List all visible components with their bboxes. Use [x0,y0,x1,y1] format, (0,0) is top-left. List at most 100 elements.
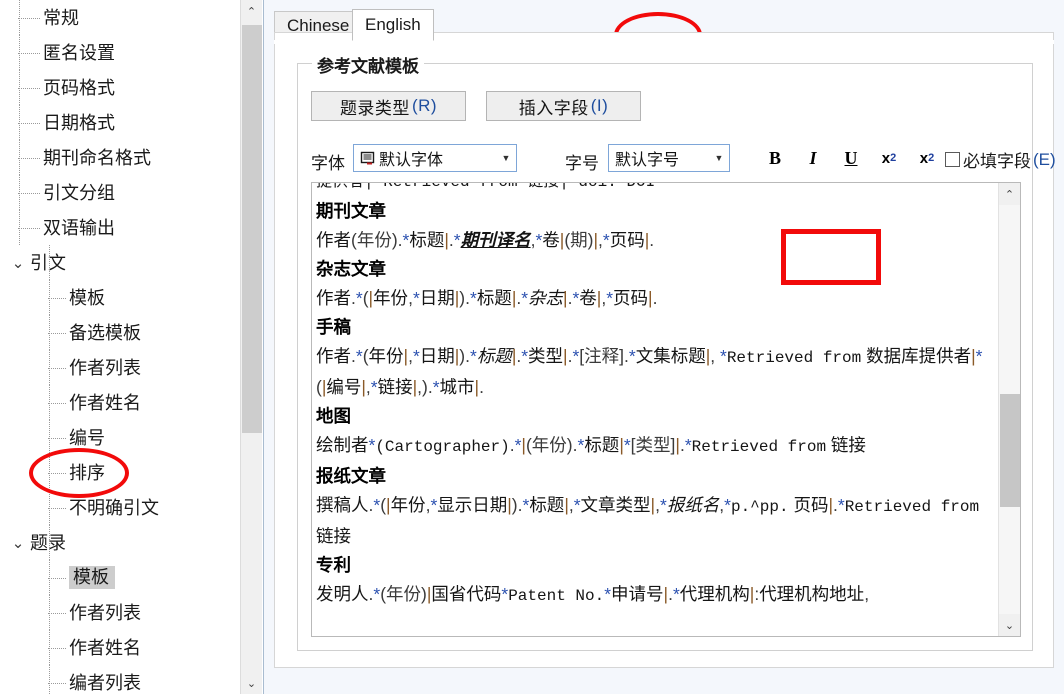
subscript-button[interactable]: x2 [876,145,902,171]
tree-item-date-format[interactable]: 日期格式 [0,105,226,140]
tree-item-general[interactable]: 常规 [0,0,226,35]
tree-item-citation-author-name[interactable]: 作者姓名 [0,385,226,420]
insert-field-button-label: 插入字段 [519,94,589,119]
superscript-base: x [920,150,928,167]
entry-heading-magazine-article: 杂志文章 [316,255,988,284]
tree-branch-dash [48,613,66,614]
tree-item-label: 作者姓名 [69,394,141,412]
tree-group-citation[interactable]: ⌄ 引文 [0,245,226,280]
tree-branch-dash [48,333,66,334]
tree-item-citation-sorting[interactable]: 排序 [0,455,226,490]
tree-item-label: 作者姓名 [69,639,141,657]
tree-item-bibliography-author-list[interactable]: 作者列表 [0,595,226,630]
tree-scrollbar[interactable]: ⌃ ⌄ [240,0,262,694]
tree-item-journal-naming-format[interactable]: 期刊命名格式 [0,140,226,175]
record-type-button-accel: (R) [412,96,437,116]
scroll-down-arrow-icon[interactable]: ⌄ [241,672,262,694]
tree-item-label: 作者列表 [69,604,141,622]
tree-branch-dash [48,578,66,579]
entry-heading-newspaper-article: 报纸文章 [316,462,988,491]
template-editor-content[interactable]: 提供者|*Retrieved from 链接|*doi: DOI 期刊文章 作者… [316,182,988,611]
subscript-index: 2 [890,152,896,164]
insert-field-button-accel: (I) [591,96,609,116]
tree-item-label: 编者列表 [69,674,141,692]
tree-item-label-selected: 模板 [69,566,115,589]
tree-group-label: 引文 [30,254,66,272]
entry-body-map: 绘制者*(Cartographer).*|(年份).*标题|*[类型]|.*Re… [316,431,988,462]
tree-item-label: 作者列表 [69,359,141,377]
editor-clipped-line: 提供者|*Retrieved from 链接|*doi: DOI [316,182,988,197]
template-editor[interactable]: 提供者|*Retrieved from 链接|*doi: DOI 期刊文章 作者… [311,182,1021,637]
chevron-down-icon[interactable]: ⌄ [8,534,28,552]
tree-item-label: 日期格式 [43,114,115,132]
chevron-down-icon[interactable]: ⌄ [8,254,28,272]
entry-body-manuscript: 作者.*(年份|,*日期|).*标题|.*类型|.*[注释].*文集标题|, *… [316,342,988,402]
tree-item-citation-template[interactable]: 模板 [0,280,226,315]
tree-item-bilingual-output[interactable]: 双语输出 [0,210,226,245]
scroll-up-arrow-icon[interactable]: ⌃ [999,183,1020,205]
required-field-label: 必填字段 [963,147,1031,172]
checkbox-box[interactable] [945,152,960,167]
insert-field-button[interactable]: 插入字段 (I) [486,91,641,121]
entry-heading-manuscript: 手稿 [316,313,988,342]
highlighted-journal-name-token[interactable]: 期刊译名 [461,230,531,250]
tree-branch-dash [48,508,66,509]
font-toolbar: 字体 默认字体 ▼ 字号 [311,143,1021,175]
entry-body-patent: 发明人.*(年份)|国省代码*Patent No.*申请号|.*代理机构|:代理… [316,580,988,611]
font-name-combobox[interactable]: 默认字体 ▼ [353,144,517,172]
tree-branch-dash [18,18,40,19]
chevron-down-icon[interactable]: ▼ [496,153,516,163]
font-size-value: 默认字号 [609,146,709,170]
tree-item-label: 期刊命名格式 [43,149,151,167]
required-field-checkbox[interactable]: 必填字段 (E) [945,147,1056,172]
subscript-base: x [882,150,890,167]
tree-branch-dash [48,683,66,684]
entry-heading-journal-article: 期刊文章 [316,197,988,226]
tree-item-citation-grouping[interactable]: 引文分组 [0,175,226,210]
tree-item-label: 匿名设置 [43,44,115,62]
tree-branch-dash [18,158,40,159]
font-name-label: 字体 [311,149,345,174]
tree-item-bibliography-author-name[interactable]: 作者姓名 [0,630,226,665]
tree-item-label: 常规 [43,9,79,27]
reference-template-groupbox: 参考文献模板 题录类型 (R) 插入字段 (I) 字体 [297,63,1033,651]
editor-scrollbar[interactable]: ⌃ ⌄ [998,183,1020,636]
tree-scrollbar-thumb[interactable] [242,25,262,433]
settings-tree[interactable]: 常规 匿名设置 页码格式 日期格式 期刊命名格式 引文分组 [0,0,226,694]
tree-item-anonymous-settings[interactable]: 匿名设置 [0,35,226,70]
tab-english[interactable]: English [352,9,434,41]
superscript-button[interactable]: x2 [914,145,940,171]
tree-item-label: 引文分组 [43,184,115,202]
tree-item-page-format[interactable]: 页码格式 [0,70,226,105]
tree-branch-dash [18,53,40,54]
tree-item-citation-number[interactable]: 编号 [0,420,226,455]
bold-button[interactable]: B [762,145,788,171]
font-size-combobox[interactable]: 默认字号 ▼ [608,144,730,172]
tree-branch-dash [48,438,66,439]
entry-heading-patent: 专利 [316,551,988,580]
record-type-button[interactable]: 题录类型 (R) [311,91,466,121]
font-size-label: 字号 [565,149,599,174]
tree-item-citation-author-list[interactable]: 作者列表 [0,350,226,385]
tree-item-citation-alt-template[interactable]: 备选模板 [0,315,226,350]
scroll-up-arrow-icon[interactable]: ⌃ [241,0,262,22]
tree-branch-dash [18,228,40,229]
italic-button[interactable]: I [800,145,826,171]
chevron-down-icon[interactable]: ▼ [709,153,729,163]
tree-item-bibliography-template[interactable]: 模板 [0,560,226,595]
tree-branch-dash [18,88,40,89]
superscript-index: 2 [928,152,934,164]
required-field-accel: (E) [1033,150,1056,170]
tree-item-label: 模板 [69,289,105,307]
scroll-down-arrow-icon[interactable]: ⌄ [999,614,1020,636]
tree-branch-dash [18,123,40,124]
tree-group-bibliography[interactable]: ⌄ 题录 [0,525,226,560]
underline-button[interactable]: U [838,145,864,171]
tree-item-label: 不明确引文 [69,499,159,517]
editor-scrollbar-thumb[interactable] [1000,394,1020,507]
tree-item-bibliography-editor-list[interactable]: 编者列表 [0,665,226,694]
record-type-button-label: 题录类型 [340,94,410,119]
groupbox-title: 参考文献模板 [312,52,424,77]
tab-panel-english: 参考文献模板 题录类型 (R) 插入字段 (I) 字体 [274,32,1054,668]
tree-item-ambiguous-citation[interactable]: 不明确引文 [0,490,226,525]
